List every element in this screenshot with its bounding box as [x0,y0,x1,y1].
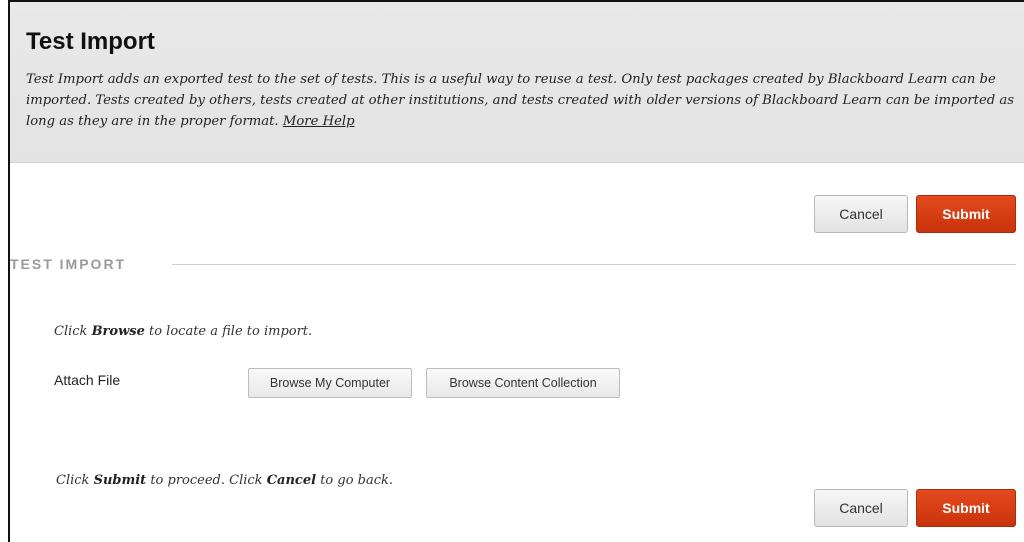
description-text: Test Import adds an exported test to the… [26,72,1015,129]
browse-instruction-post: to locate a file to import. [144,324,313,339]
section-divider [172,264,1016,265]
submit-button-top[interactable]: Submit [916,195,1016,233]
attach-file-label: Attach File [54,372,121,388]
browse-instruction-pre: Click [54,324,92,339]
cancel-button-bottom[interactable]: Cancel [814,489,908,527]
submit-instruction-bold-cancel: Cancel [266,473,317,488]
section-header: TEST IMPORT [10,256,1016,276]
submit-instruction-bold-submit: Submit [93,473,147,488]
more-help-link[interactable]: More Help [283,114,355,129]
submit-instruction-mid: to proceed. Click [146,473,267,488]
cancel-button-top[interactable]: Cancel [814,195,908,233]
submit-button-bottom[interactable]: Submit [916,489,1016,527]
browse-content-collection-button[interactable]: Browse Content Collection [426,368,620,398]
submit-instruction: Click Submit to proceed. Click Cancel to… [56,473,393,488]
section-title: TEST IMPORT [10,256,137,272]
page-header: Test Import Test Import adds an exported… [10,2,1024,163]
page-title: Test Import [26,28,155,55]
submit-instruction-pre: Click [56,473,94,488]
page-description: Test Import adds an exported test to the… [26,69,1024,132]
content-frame: Test Import Test Import adds an exported… [8,0,1024,542]
browse-instruction: Click Browse to locate a file to import. [54,324,312,339]
submit-instruction-post: to go back. [316,473,394,488]
browse-my-computer-button[interactable]: Browse My Computer [248,368,412,398]
browse-instruction-bold: Browse [91,324,145,339]
